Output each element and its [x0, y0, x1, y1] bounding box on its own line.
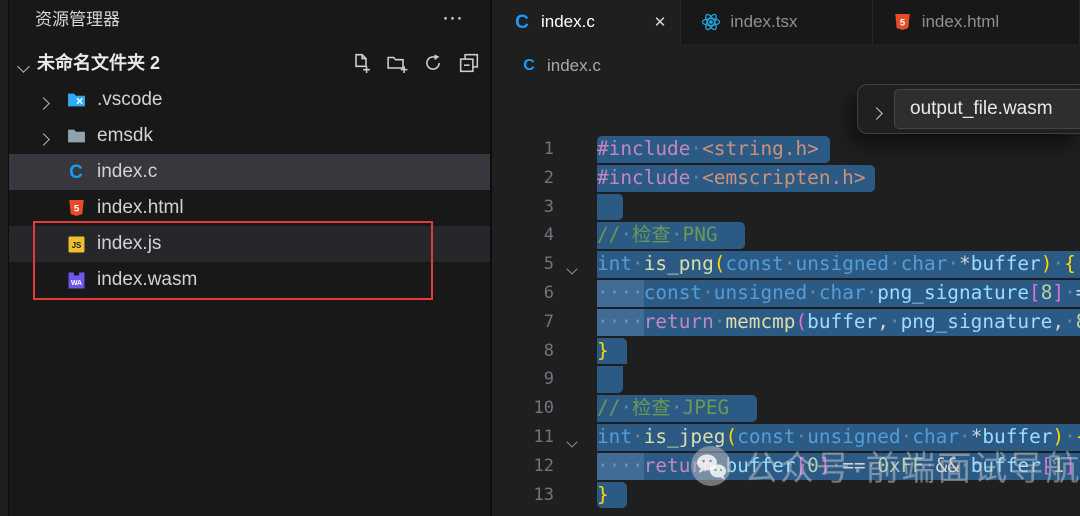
- line-number: 11: [492, 423, 554, 452]
- line-number: 5: [492, 250, 554, 279]
- code-line-6[interactable]: 6 ····const·unsigned·char·png_signature[8…: [492, 279, 1080, 308]
- file-name: index.c: [97, 154, 157, 190]
- line-number: 4: [492, 221, 554, 250]
- html5-icon: 5: [893, 12, 913, 32]
- file-name: index.js: [97, 226, 161, 262]
- overlay-popup: output_file.wasm: [857, 84, 1080, 134]
- line-number: 8: [492, 337, 554, 366]
- tree-item-.vscode[interactable]: .vscode: [9, 82, 490, 118]
- code-line-7[interactable]: 7 ····return·memcmp(buffer,·png_signature…: [492, 308, 1080, 337]
- file-name: emsdk: [97, 118, 153, 154]
- code-text: int·is_png(const·unsigned·char·*buffer)·…: [597, 250, 1076, 279]
- code-text: //·检查·JPEG: [597, 394, 729, 423]
- code-line-2[interactable]: 2 #include·<emscripten.h>: [492, 164, 1080, 193]
- new-folder-icon[interactable]: [386, 52, 408, 74]
- sidebar-title-row: 资源管理器 ⋯: [9, 0, 490, 40]
- file-name: .vscode: [97, 82, 162, 118]
- svg-text:WA: WA: [70, 279, 81, 286]
- popup-item[interactable]: output_file.wasm: [894, 89, 1080, 129]
- code-text: //·检查·PNG: [597, 221, 718, 250]
- c-file-icon: C: [520, 56, 538, 76]
- line-number: 1: [492, 135, 554, 164]
- line-number: 10: [492, 394, 554, 423]
- explorer-title: 资源管理器: [35, 0, 120, 40]
- tree-item-index.c[interactable]: Cindex.c: [9, 154, 490, 190]
- tab-index.html[interactable]: 5 index.html: [873, 0, 1080, 44]
- chevron-right-icon: [39, 131, 48, 149]
- code-text: int·is_jpeg(const·unsigned·char·*buffer)…: [597, 423, 1080, 452]
- svg-text:JS: JS: [71, 241, 81, 250]
- svg-text:5: 5: [900, 17, 906, 28]
- root-folder-name: 未命名文件夹 2: [37, 46, 160, 80]
- folder-vscode-icon: [65, 89, 87, 111]
- code-line-1[interactable]: 1 #include·<string.h>: [492, 135, 1080, 164]
- file-name: index.wasm: [97, 262, 197, 298]
- code-line-13[interactable]: 13}: [492, 481, 1080, 510]
- tree-item-index.html[interactable]: 5 index.html: [9, 190, 490, 226]
- code-text: ····return·buffer[0]·==·0xFF·&&·buffer[1…: [597, 452, 1076, 481]
- code-area[interactable]: 1 #include·<string.h> 2 #include·<emscripte…: [492, 135, 1080, 509]
- section-actions: [350, 46, 480, 80]
- file-tree: .vscodeemsdkCindex.c5index.htmlJSindex.j…: [9, 82, 490, 298]
- popup-item-label: output_file.wasm: [895, 90, 1080, 128]
- code-text: ····const·unsigned·char·png_signature[8]…: [597, 279, 1080, 308]
- line-number: 12: [492, 452, 554, 481]
- line-number: 2: [492, 164, 554, 193]
- new-file-icon[interactable]: [350, 52, 372, 74]
- wasm-icon: WA: [65, 269, 87, 291]
- c-file-icon: C: [65, 161, 87, 183]
- html5-icon: 5: [65, 197, 87, 219]
- fold-chevron-icon[interactable]: [568, 260, 576, 278]
- line-number: 3: [492, 193, 554, 222]
- activity-bar-edge: [0, 0, 9, 516]
- code-text: }: [597, 337, 609, 366]
- tab-index.c[interactable]: Cindex.c ✕: [492, 0, 681, 44]
- editor-tabbar: Cindex.c ✕ index.tsx 5 index.html: [492, 0, 1080, 44]
- code-line-8[interactable]: 8}: [492, 337, 1080, 366]
- line-number: 13: [492, 481, 554, 510]
- selection-highlight: [597, 194, 623, 221]
- folder-section-header[interactable]: 未命名文件夹 2: [9, 46, 490, 80]
- tree-item-emsdk[interactable]: emsdk: [9, 118, 490, 154]
- selection-highlight: [597, 366, 623, 393]
- collapse-all-icon[interactable]: [458, 52, 480, 74]
- c-file-icon: C: [512, 12, 532, 32]
- tab-label: index.tsx: [730, 12, 797, 32]
- tab-index.tsx[interactable]: index.tsx: [681, 0, 872, 44]
- more-actions-icon[interactable]: ⋯: [442, 0, 464, 38]
- svg-text:5: 5: [73, 203, 79, 214]
- code-line-9[interactable]: 9: [492, 365, 1080, 394]
- file-name: index.html: [97, 190, 184, 226]
- code-text: #include·<string.h>: [597, 135, 819, 164]
- code-line-3[interactable]: 3: [492, 193, 1080, 222]
- editor-group: Cindex.c✕index.tsx5index.html C index.c …: [490, 0, 1080, 516]
- code-text: }: [597, 481, 609, 510]
- tree-item-index.wasm[interactable]: WA index.wasm: [9, 262, 490, 298]
- tree-item-index.js[interactable]: JS index.js: [9, 226, 490, 262]
- explorer-sidebar: 资源管理器 ⋯ 未命名文件夹 2 .vscodeemsdkCindex.c5in…: [9, 0, 490, 516]
- code-text: #include·<emscripten.h>: [597, 164, 866, 193]
- chevron-right-icon: [39, 95, 48, 113]
- breadcrumb-item[interactable]: index.c: [547, 56, 601, 76]
- code-text: ····return·memcmp(buffer,·png_signature,…: [597, 308, 1080, 337]
- react-icon: [701, 12, 721, 32]
- chevron-down-icon: [19, 58, 28, 76]
- fold-chevron-icon[interactable]: [568, 433, 576, 451]
- line-number: 6: [492, 279, 554, 308]
- js-icon: JS: [65, 233, 87, 255]
- tab-label: index.html: [922, 12, 999, 32]
- code-line-4[interactable]: 4 //·检查·PNG: [492, 221, 1080, 250]
- code-line-11[interactable]: 11 int·is_jpeg(const·unsigned·char·*buffe…: [492, 423, 1080, 452]
- line-number: 9: [492, 365, 554, 394]
- breadcrumb[interactable]: C index.c: [492, 44, 1080, 88]
- chevron-right-icon[interactable]: [872, 105, 881, 123]
- code-line-10[interactable]: 10 //·检查·JPEG: [492, 394, 1080, 423]
- folder-icon: [65, 125, 87, 147]
- tab-label: index.c: [541, 12, 595, 32]
- code-line-5[interactable]: 5 int·is_png(const·unsigned·char·*buffer)…: [492, 250, 1080, 279]
- code-line-12[interactable]: 12 ····return·buffer[0]·==·0xFF·&&·buffer…: [492, 452, 1080, 481]
- close-icon[interactable]: ✕: [654, 13, 667, 31]
- line-number: 7: [492, 308, 554, 337]
- refresh-icon[interactable]: [422, 52, 444, 74]
